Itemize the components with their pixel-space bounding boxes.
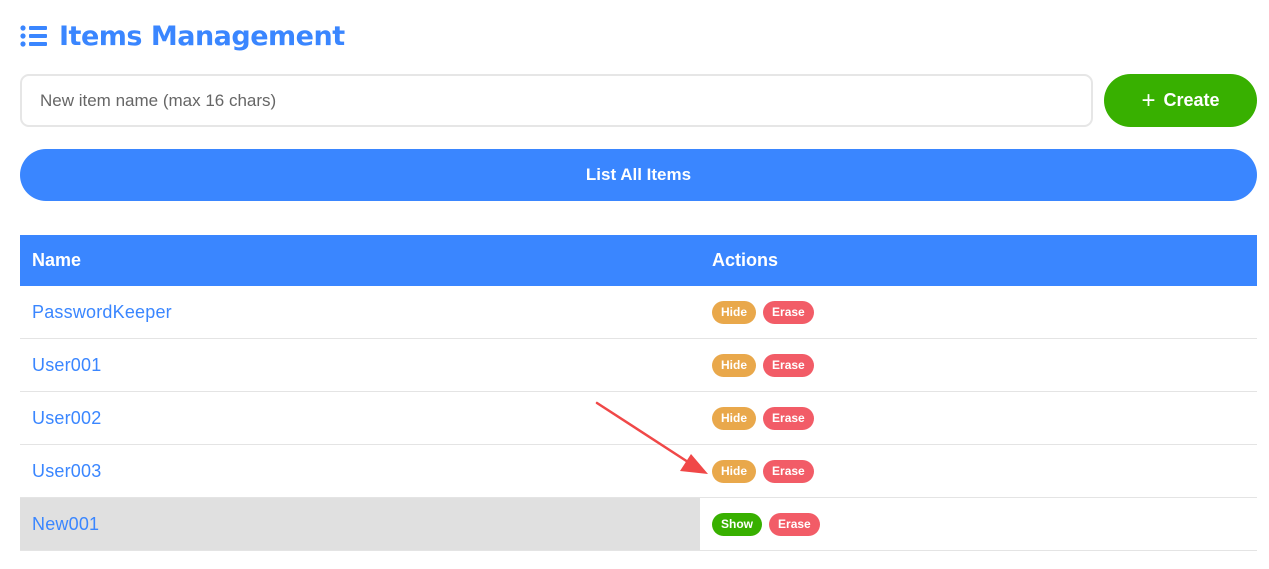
item-name-link[interactable]: User001 [32,355,101,375]
erase-button[interactable]: Erase [763,353,814,377]
item-name-link[interactable]: PasswordKeeper [32,302,172,322]
items-table: Name Actions PasswordKeeper Hide Erase U… [20,235,1257,551]
table-row: User001 Hide Erase [20,338,1257,392]
table-row: New001 Show Erase [20,497,1257,551]
name-column-header: Name [20,235,700,286]
actions-cell: Hide Erase [700,444,1257,498]
item-name-link[interactable]: User003 [32,461,101,481]
table-row: PasswordKeeper Hide Erase [20,286,1257,339]
item-name-link[interactable]: New001 [32,514,99,534]
list-icon [20,25,47,47]
name-cell: New001 [20,497,700,551]
create-button-label: Create [1163,90,1220,110]
name-cell: User003 [20,444,700,498]
hide-button[interactable]: Hide [712,459,757,483]
actions-cell: Show Erase [700,497,1257,551]
item-name-link[interactable]: User002 [32,408,101,428]
list-all-items-button[interactable]: List All Items [20,149,1257,201]
actions-cell: Hide Erase [700,338,1257,392]
table-row: User003 Hide Erase [20,444,1257,498]
erase-button[interactable]: Erase [763,300,814,324]
page-title: Items Management [59,20,345,52]
page-header: Items Management [20,16,345,56]
hide-button[interactable]: Hide [712,353,757,377]
new-item-name-input[interactable] [20,74,1093,127]
create-button[interactable]: + Create [1104,74,1257,127]
erase-button[interactable]: Erase [763,406,814,430]
erase-button[interactable]: Erase [763,459,814,483]
actions-cell: Hide Erase [700,391,1257,445]
name-cell: User002 [20,391,700,445]
hide-button[interactable]: Hide [712,406,757,430]
plus-icon: + [1141,86,1156,114]
show-button[interactable]: Show [712,512,762,536]
create-form: + Create [20,74,1257,127]
hide-button[interactable]: Hide [712,300,757,324]
table-row: User002 Hide Erase [20,391,1257,445]
actions-cell: Hide Erase [700,286,1257,339]
table-header-row: Name Actions [20,235,1257,286]
actions-column-header: Actions [700,235,1257,286]
name-cell: User001 [20,338,700,392]
erase-button[interactable]: Erase [769,512,820,536]
name-cell: PasswordKeeper [20,286,700,339]
